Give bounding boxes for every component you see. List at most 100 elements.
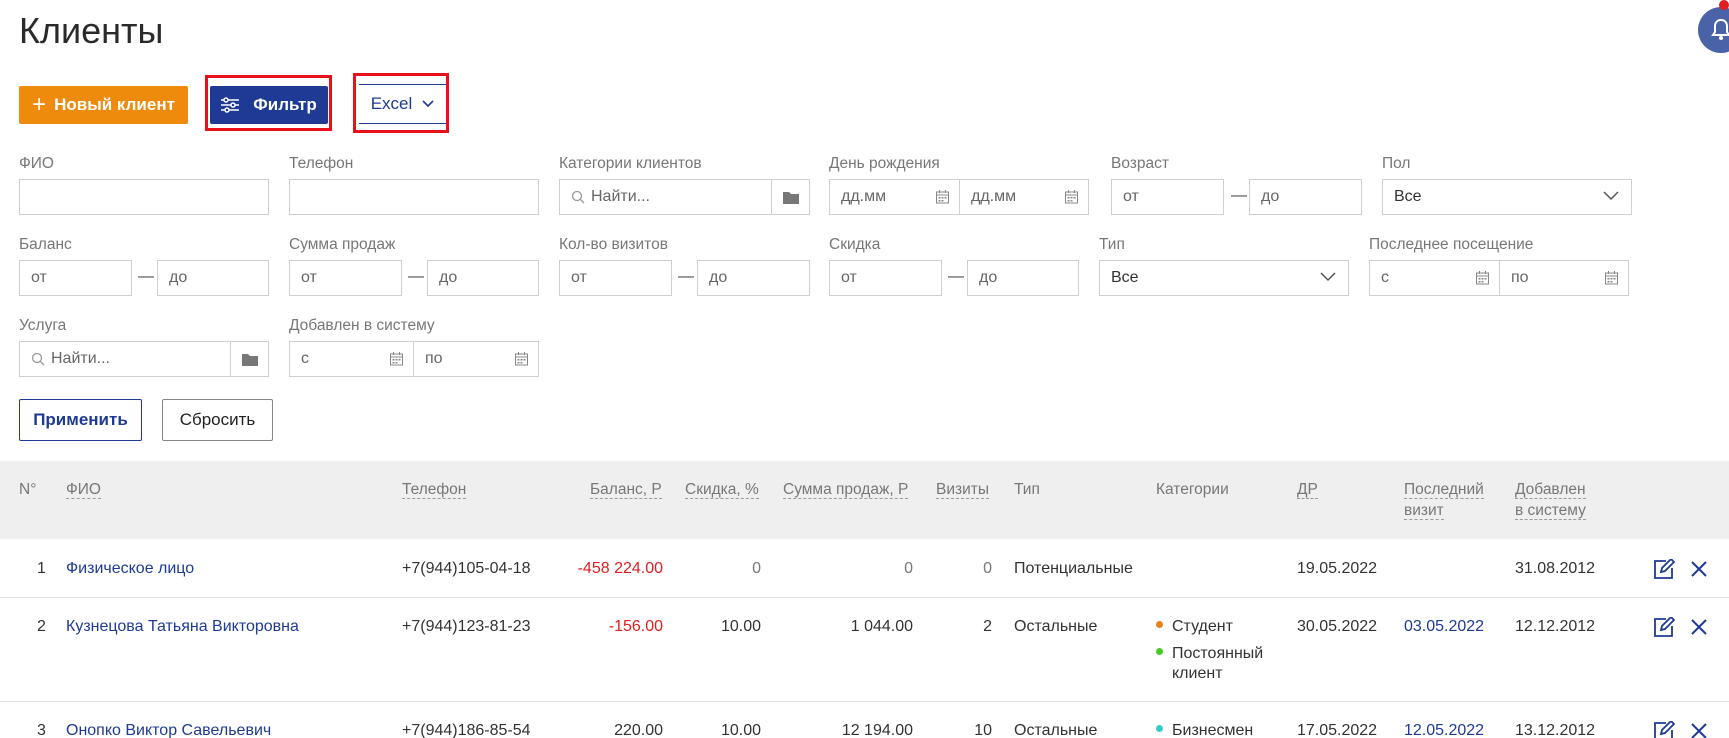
client-type: Остальные — [1014, 618, 1098, 635]
type-select-value: Все — [1111, 269, 1139, 286]
delete-icon[interactable] — [1690, 560, 1708, 578]
sales-filter-label: Сумма продаж — [289, 236, 396, 253]
col-balance[interactable]: Баланс, Р — [590, 479, 662, 500]
added-to-placeholder: по — [425, 350, 443, 367]
client-name-link[interactable]: Физическое лицо — [66, 560, 194, 578]
categories-filter-input[interactable]: Найти... — [559, 179, 810, 215]
client-added: 12.12.2012 — [1515, 618, 1596, 635]
new-client-button[interactable]: + Новый клиент — [19, 86, 188, 124]
chevron-down-icon — [1320, 272, 1336, 282]
discount-from-input[interactable]: от — [829, 260, 942, 296]
delete-icon[interactable] — [1690, 722, 1708, 738]
calendar-icon — [936, 190, 949, 204]
client-phone: +7(944)105-04-18 — [402, 560, 531, 577]
bell-icon — [1711, 18, 1729, 40]
visits-to-input[interactable]: до — [697, 260, 810, 296]
service-filter-input[interactable]: Найти... — [19, 341, 269, 377]
edit-icon[interactable] — [1653, 617, 1675, 637]
client-phone: +7(944)186-85-54 — [402, 722, 531, 738]
sales-to-input[interactable]: до — [427, 260, 539, 296]
col-num: N° — [19, 481, 37, 498]
col-last-visit[interactable]: Последний визит — [1404, 479, 1484, 521]
notification-badge — [1719, 0, 1729, 10]
last-visit-from-input[interactable]: с — [1369, 260, 1500, 296]
col-sales[interactable]: Сумма продаж, Р — [783, 479, 909, 500]
table-row: 1 Физическое лицо +7(944)105-04-18 -458 … — [0, 539, 1729, 598]
range-dash: — — [678, 268, 694, 285]
fio-filter-label: ФИО — [19, 155, 54, 172]
age-from-input[interactable]: от — [1111, 179, 1224, 215]
gender-filter-label: Пол — [1382, 155, 1411, 172]
reset-button[interactable]: Сбросить — [162, 399, 273, 441]
delete-icon[interactable] — [1690, 618, 1708, 636]
range-dash: — — [408, 268, 424, 285]
col-categories: Категории — [1156, 481, 1229, 498]
page-title: Клиенты — [19, 10, 164, 51]
excel-dropdown-button[interactable]: Excel — [359, 84, 446, 124]
col-fio[interactable]: ФИО — [66, 479, 101, 500]
notifications-button[interactable] — [1698, 7, 1729, 53]
table-header: N° ФИО Телефон Баланс, Р Скидка, % Сумма… — [0, 461, 1729, 539]
client-sales: 0 — [904, 560, 913, 577]
col-added[interactable]: Добавлен в систему — [1515, 479, 1586, 521]
client-last-visit-link[interactable]: 03.05.2022 — [1404, 618, 1484, 636]
type-select[interactable]: Все — [1099, 260, 1349, 296]
gender-select-value: Все — [1394, 188, 1422, 205]
age-from-placeholder: от — [1123, 188, 1139, 205]
added-to-input[interactable]: по — [413, 341, 539, 377]
balance-from-input[interactable]: от — [19, 260, 132, 296]
age-to-input[interactable]: до — [1249, 179, 1362, 215]
client-balance: -458 224.00 — [577, 560, 663, 577]
service-filter-label: Услуга — [19, 317, 67, 334]
apply-button[interactable]: Применить — [19, 399, 142, 441]
sales-from-input[interactable]: от — [289, 260, 402, 296]
visits-from-input[interactable]: от — [559, 260, 672, 296]
birthday-to-input[interactable]: дд.мм — [959, 179, 1089, 215]
col-visits[interactable]: Визиты — [936, 479, 990, 500]
visits-from-placeholder: от — [571, 269, 587, 286]
client-added: 31.08.2012 — [1515, 560, 1596, 577]
edit-icon[interactable] — [1653, 721, 1675, 738]
fio-filter-input[interactable] — [19, 179, 269, 215]
discount-from-placeholder: от — [841, 269, 857, 286]
phone-filter-input[interactable] — [289, 179, 539, 215]
edit-icon[interactable] — [1653, 559, 1675, 579]
filter-label: Фильтр — [253, 95, 317, 114]
calendar-icon — [390, 352, 403, 366]
added-from-input[interactable]: с — [289, 341, 414, 377]
discount-to-input[interactable]: до — [967, 260, 1079, 296]
col-dob[interactable]: ДР — [1297, 479, 1318, 500]
added-filter-label: Добавлен в систему — [289, 317, 435, 334]
added-from-placeholder: с — [301, 350, 309, 367]
client-name-link[interactable]: Кузнецова Татьяна Викторовна — [66, 618, 299, 636]
chevron-down-icon — [422, 100, 434, 108]
folder-icon[interactable] — [230, 342, 268, 376]
category-dot — [1156, 621, 1163, 629]
folder-icon[interactable] — [771, 180, 809, 214]
last-visit-from-placeholder: с — [1381, 269, 1389, 286]
discount-to-placeholder: до — [979, 269, 998, 286]
client-discount: 10.00 — [720, 618, 761, 635]
search-icon — [31, 352, 45, 366]
range-dash: — — [138, 268, 154, 285]
client-visits: 2 — [983, 618, 992, 635]
client-discount: 10.00 — [720, 722, 761, 738]
client-last-visit-link[interactable]: 12.05.2022 — [1404, 722, 1484, 738]
row-num: 1 — [37, 560, 46, 577]
filter-button[interactable]: Фильтр — [210, 86, 328, 124]
col-phone[interactable]: Телефон — [402, 479, 467, 500]
gender-select[interactable]: Все — [1382, 179, 1632, 215]
calendar-icon — [1476, 271, 1489, 285]
sales-from-placeholder: от — [301, 269, 317, 286]
birthday-from-input[interactable]: дд.мм — [829, 179, 960, 215]
client-name-link[interactable]: Онопко Виктор Савельевич — [66, 722, 271, 738]
last-visit-to-placeholder: по — [1511, 269, 1529, 286]
category-dot — [1156, 725, 1163, 733]
category-tag: Студент — [1156, 618, 1233, 636]
col-discount[interactable]: Скидка, % — [685, 479, 759, 500]
calendar-icon — [1065, 190, 1078, 204]
last-visit-filter-label: Последнее посещение — [1369, 236, 1534, 253]
client-balance: 220.00 — [614, 722, 663, 738]
last-visit-to-input[interactable]: по — [1499, 260, 1629, 296]
balance-to-input[interactable]: до — [157, 260, 269, 296]
